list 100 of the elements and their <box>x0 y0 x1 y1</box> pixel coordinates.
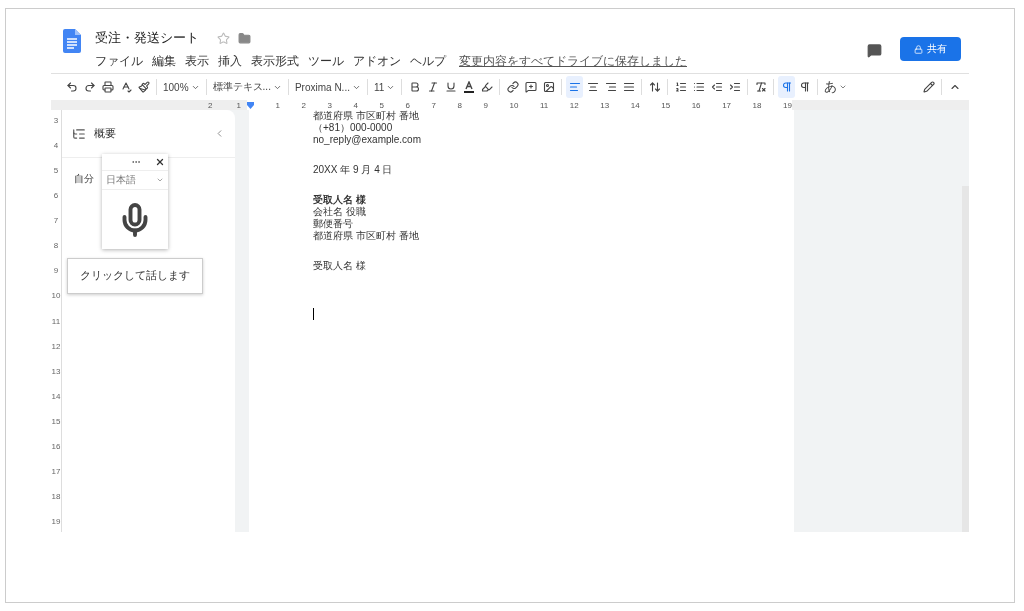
tooltip: クリックして話します <box>67 258 203 294</box>
ruler-number: 18 <box>752 100 762 110</box>
folder-icon[interactable] <box>238 31 251 45</box>
underline-icon <box>444 81 457 93</box>
lock-icon <box>914 44 923 54</box>
left-to-right-button[interactable] <box>778 76 796 98</box>
font-size-dropdown[interactable]: 11 <box>371 76 398 98</box>
ruler-number: 15 <box>661 100 671 110</box>
ruler-number: 16 <box>691 100 701 110</box>
highlight-icon <box>480 81 493 93</box>
ruler-number: 15 <box>51 416 61 426</box>
document-text: no_reply@example.com <box>313 134 422 146</box>
ruler-number: 5 <box>379 100 384 110</box>
increase-indent-icon <box>728 81 741 93</box>
ruler-number: 17 <box>722 100 732 110</box>
language-dropdown[interactable]: 日本語 <box>102 170 168 190</box>
document-text: 受取人名 様 <box>313 194 367 206</box>
ruler-number: 7 <box>431 100 436 110</box>
menu-item[interactable]: 編集 <box>152 53 176 70</box>
ruler-number: 13 <box>600 100 610 110</box>
add-comment-icon <box>524 81 537 93</box>
text-cursor <box>313 308 314 320</box>
document-text: （+81）000-0000 <box>313 122 394 134</box>
ruler-number: 6 <box>405 100 410 110</box>
caret-icon <box>839 83 848 91</box>
align-left-button[interactable] <box>566 76 584 98</box>
indent-marker-icon[interactable] <box>247 101 254 109</box>
italic-icon <box>426 81 439 93</box>
document-text: 郵便番号 <box>313 218 354 230</box>
document-title[interactable]: 受注・発送シート <box>95 29 199 47</box>
document-text: 受取人名 様 <box>313 260 367 272</box>
ruler-number: 19 <box>51 517 61 526</box>
decrease-indent-icon <box>710 81 723 93</box>
ruler-number: 13 <box>51 366 61 376</box>
editing-mode-icon <box>922 81 935 93</box>
bullet-list-icon <box>692 81 705 93</box>
ruler-number: 7 <box>53 216 59 226</box>
ruler-number: 14 <box>630 100 640 110</box>
font-dropdown[interactable]: Proxima N... <box>292 76 363 98</box>
menu-item[interactable]: ファイル <box>95 53 143 70</box>
ruler-number: 18 <box>51 491 61 501</box>
ruler-number: 8 <box>457 100 462 110</box>
input-tools-button[interactable]: あ <box>822 76 850 98</box>
numbered-list-icon <box>674 81 687 93</box>
zoom-dropdown[interactable]: 100% <box>161 76 202 98</box>
left-to-right-icon <box>780 81 793 93</box>
ruler-number: 11 <box>540 100 549 110</box>
ruler-number: 6 <box>53 191 59 201</box>
insert-image-icon <box>542 81 555 93</box>
ruler-number: 19 <box>783 100 792 110</box>
line-spacing-icon <box>648 81 661 93</box>
ruler-number: 10 <box>509 100 519 110</box>
align-center-icon <box>586 81 599 93</box>
document-text: 20XX 年 9 月 4 日 <box>313 164 394 176</box>
ruler-number: 16 <box>51 441 61 451</box>
ruler-number: 17 <box>51 466 61 476</box>
align-left-icon <box>568 81 581 93</box>
ruler-number: 12 <box>569 100 579 110</box>
caret-icon <box>156 176 164 184</box>
ruler-number: 10 <box>51 291 61 301</box>
outline-icon <box>72 126 86 141</box>
clear-formatting-icon <box>754 81 767 93</box>
link-icon <box>506 81 519 93</box>
menu-item[interactable]: 挿入 <box>218 53 242 70</box>
ruler-number: 12 <box>51 341 61 351</box>
ruler-number: 3 <box>53 116 59 125</box>
ruler-number: 3 <box>327 100 332 110</box>
ruler-number: 4 <box>53 141 59 151</box>
ruler-number: 5 <box>53 166 59 176</box>
share-button[interactable]: 共有 <box>900 37 961 61</box>
print-icon <box>101 81 114 93</box>
menu-item[interactable]: 表示形式 <box>251 53 299 70</box>
ruler-number: 9 <box>53 266 59 276</box>
ruler-number: 1 <box>275 100 280 110</box>
save-status-link[interactable]: 変更内容をすべてドライブに保存しました <box>459 53 687 70</box>
docs-logo-icon[interactable] <box>63 29 81 53</box>
ruler-number: 4 <box>353 100 358 110</box>
close-icon[interactable] <box>155 157 165 167</box>
menu-item[interactable]: アドオン <box>353 53 401 70</box>
bold-icon <box>408 81 421 93</box>
style-dropdown[interactable]: 標準テキス... <box>210 76 284 98</box>
comment-icon[interactable] <box>867 43 882 58</box>
scrollbar[interactable] <box>962 186 969 532</box>
star-icon[interactable] <box>217 31 230 45</box>
ruler-number: 8 <box>53 241 59 251</box>
menu-item[interactable]: ツール <box>308 53 344 70</box>
ruler-number: 11 <box>51 316 61 326</box>
undo-icon <box>65 81 78 93</box>
ruler-number: 14 <box>51 391 61 401</box>
menu-item[interactable]: ヘルプ <box>410 53 446 70</box>
document-text: 都道府県 市区町村 番地 <box>313 230 420 242</box>
menu-item[interactable]: 表示 <box>185 53 209 70</box>
microphone-button[interactable] <box>102 190 168 249</box>
document-text: 会社名 役職 <box>313 206 367 218</box>
ruler-number: 2 <box>301 100 306 110</box>
outline-title: 概要 <box>94 126 117 141</box>
ruler-number: 1 <box>236 100 241 110</box>
document-text: 都道府県 市区町村 番地 <box>313 110 420 122</box>
ruler-number: 2 <box>208 100 213 110</box>
justify-icon <box>622 81 635 93</box>
